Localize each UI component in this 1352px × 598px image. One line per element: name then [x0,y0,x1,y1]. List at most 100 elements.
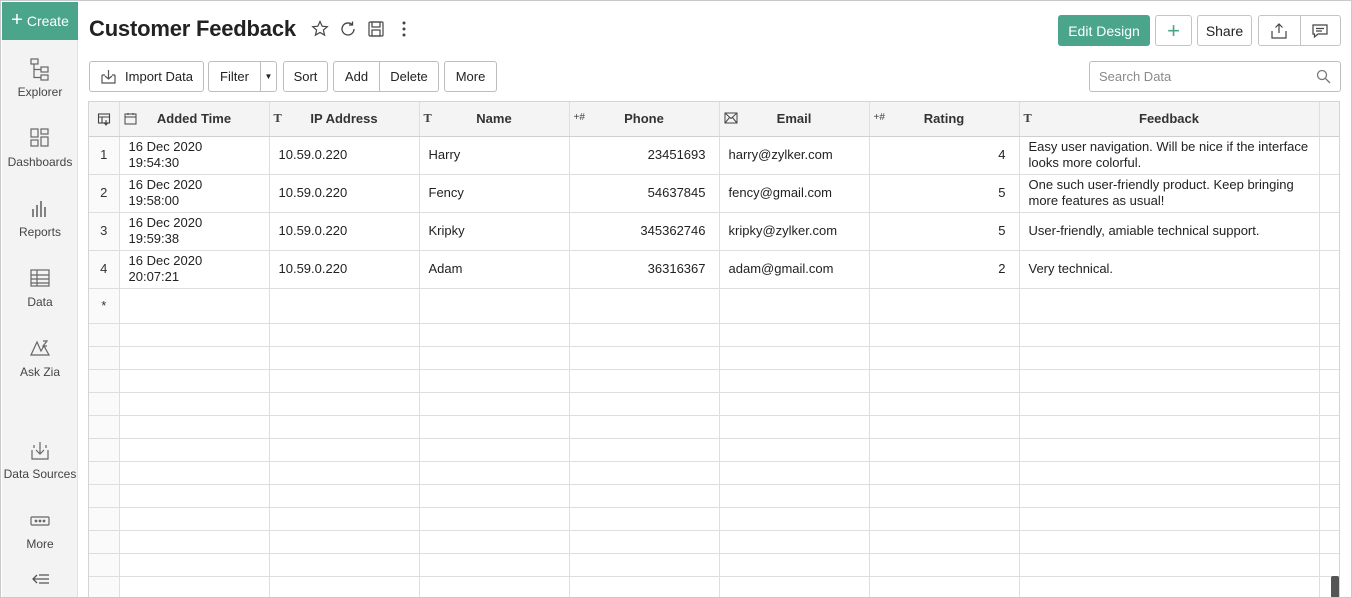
sidebar-item-ask-zia[interactable]: Ask Zia [2,337,78,379]
empty-cell[interactable] [269,288,420,324]
empty-row [89,461,1339,485]
star-icon[interactable] [311,19,329,39]
empty-cell [269,530,420,554]
column-header-phone[interactable]: +# Phone [569,102,720,137]
cell-ip-address[interactable]: 10.59.0.220 [269,212,420,251]
cell-ip-address[interactable]: 10.59.0.220 [269,250,420,289]
table-row[interactable]: 3 16 Dec 2020 19:59:38 10.59.0.220 Kripky… [89,212,1339,251]
cell-rating[interactable]: 2 [869,250,1020,289]
save-icon[interactable] [367,19,385,39]
table-row[interactable]: 2 16 Dec 2020 19:58:00 10.59.0.220 Fency … [89,174,1339,213]
empty-cell[interactable] [419,288,570,324]
cell-name[interactable]: Fency [419,174,570,213]
share-button[interactable]: Share [1197,15,1252,46]
more-button[interactable]: More [444,61,497,92]
column-header-email[interactable]: Email [719,102,870,137]
new-row[interactable]: * [89,288,1339,324]
cell-feedback[interactable]: Very technical. [1019,250,1320,289]
empty-cell [569,576,720,597]
sidebar-item-explorer[interactable]: Explorer [2,57,78,99]
comments-button[interactable] [1299,16,1341,45]
table-row[interactable]: 4 16 Dec 2020 20:07:21 10.59.0.220 Adam 3… [89,250,1339,289]
empty-cell [569,553,720,577]
empty-cell [1019,438,1320,462]
sidebar-item-dashboards[interactable]: Dashboards [2,127,78,169]
sidebar-item-reports[interactable]: Reports [2,197,78,239]
search-input[interactable] [1090,62,1300,91]
empty-cell[interactable] [719,288,870,324]
column-header-rating[interactable]: +# Rating [869,102,1020,137]
column-header-added-time[interactable]: Added Time [119,102,270,137]
sidebar-item-more[interactable]: More [2,509,78,551]
cell-email[interactable]: kripky@zylker.com [719,212,870,251]
cell-added-time[interactable]: 16 Dec 2020 19:59:38 [119,212,270,251]
filter-dropdown-toggle[interactable]: ▼ [260,62,276,91]
cell-rating[interactable]: 5 [869,212,1020,251]
calendar-icon [124,112,137,125]
add-new-button[interactable]: + [1155,15,1192,46]
empty-cell[interactable] [1019,288,1320,324]
resize-handle[interactable] [1331,576,1339,597]
cell-rating[interactable]: 5 [869,174,1020,213]
empty-cell [1019,323,1320,347]
cell-added-time[interactable]: 16 Dec 2020 19:54:30 [119,136,270,175]
filter-button[interactable]: Filter ▼ [208,61,277,92]
cell-ip-address[interactable]: 10.59.0.220 [269,136,420,175]
cell-email[interactable]: adam@gmail.com [719,250,870,289]
refresh-icon[interactable] [339,19,357,39]
empty-cell[interactable] [869,288,1020,324]
create-button[interactable]: + Create [2,2,78,40]
empty-cell [1319,438,1339,462]
import-label: Import Data [125,69,193,84]
search-icon[interactable] [1316,69,1331,84]
delete-button[interactable]: Delete [379,62,438,91]
sidebar-item-label: Reports [18,225,62,239]
kebab-menu-icon[interactable] [395,19,413,39]
cell-clock: 19:54:30 [128,155,180,170]
empty-cell [269,507,420,531]
cell-added-time[interactable]: 16 Dec 2020 19:58:00 [119,174,270,213]
column-header-ip-address[interactable]: T IP Address [269,102,420,137]
empty-cell[interactable] [119,288,270,324]
create-label: Create [26,13,69,29]
column-header-feedback[interactable]: T Feedback [1019,102,1320,137]
cell-email[interactable]: fency@gmail.com [719,174,870,213]
cell-phone[interactable]: 36316367 [569,250,720,289]
empty-cell [89,507,120,531]
column-label: Added Time [156,111,232,127]
text-type-icon: T [273,112,282,125]
cell-feedback[interactable]: Easy user navigation. Will be nice if th… [1019,136,1320,175]
empty-cell [719,553,870,577]
empty-cell [1319,461,1339,485]
column-header-name[interactable]: T Name [419,102,570,137]
cell-name[interactable]: Harry [419,136,570,175]
empty-cell[interactable] [569,288,720,324]
empty-cell [1319,346,1339,370]
cell-email[interactable]: harry@zylker.com [719,136,870,175]
export-button[interactable] [1259,16,1300,45]
cell-phone[interactable]: 345362746 [569,212,720,251]
sort-button[interactable]: Sort [283,61,328,92]
collapse-sidebar-icon[interactable] [31,572,51,586]
dashboards-icon [30,128,49,147]
title-actions [311,19,413,39]
cell-ip-address[interactable]: 10.59.0.220 [269,174,420,213]
cell-name[interactable]: Adam [419,250,570,289]
sidebar-item-data[interactable]: Data [2,267,78,309]
column-settings-header[interactable] [89,102,120,137]
empty-cell [1019,346,1320,370]
cell-name[interactable]: Kripky [419,212,570,251]
table-row[interactable]: 1 16 Dec 2020 19:54:30 10.59.0.220 Harry … [89,136,1339,175]
add-button[interactable]: Add [334,62,379,91]
import-data-button[interactable]: Import Data [89,61,204,92]
cell-feedback[interactable]: One such user-friendly product. Keep bri… [1019,174,1320,213]
cell-phone[interactable]: 54637845 [569,174,720,213]
cell-date: 16 Dec 2020 [128,215,203,230]
cell-phone[interactable]: 23451693 [569,136,720,175]
cell-added-time[interactable]: 16 Dec 2020 20:07:21 [119,250,270,289]
cell-feedback[interactable]: User-friendly, amiable technical support… [1019,212,1320,251]
cell-rating[interactable]: 4 [869,136,1020,175]
text-type-icon: T [423,112,432,125]
sidebar-item-data-sources[interactable]: Data Sources [2,439,78,481]
edit-design-button[interactable]: Edit Design [1058,15,1150,46]
